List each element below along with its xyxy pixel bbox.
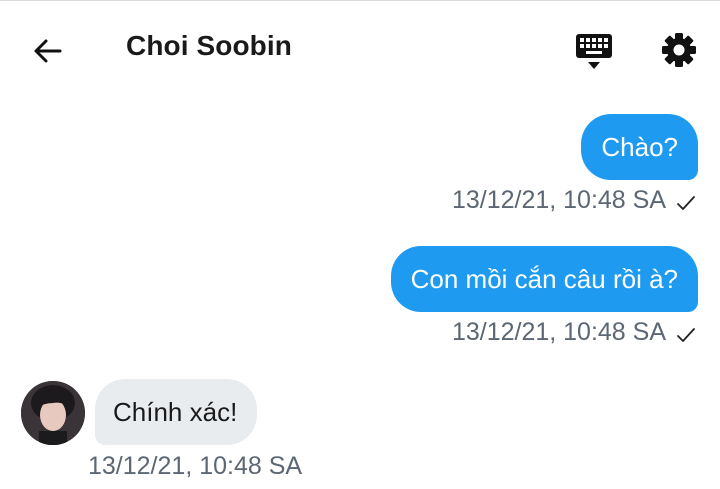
gear-icon bbox=[662, 33, 696, 67]
avatar-image bbox=[21, 381, 85, 445]
outgoing-message-bubble[interactable]: Con mồi cắn câu rồi à? bbox=[390, 246, 698, 312]
chat-header: Choi Soobin bbox=[0, 0, 720, 100]
outgoing-message-bubble[interactable]: Chào? bbox=[581, 114, 698, 180]
back-button[interactable] bbox=[30, 33, 66, 69]
arrow-left-icon bbox=[34, 39, 62, 63]
check-icon bbox=[677, 328, 695, 342]
page-title: Choi Soobin bbox=[126, 30, 292, 61]
message-timestamp: 13/12/21, 10:48 SA bbox=[451, 186, 666, 214]
keyboard-hide-icon bbox=[576, 34, 612, 69]
settings-button[interactable] bbox=[659, 30, 699, 70]
keyboard-toggle-button[interactable] bbox=[574, 32, 614, 72]
contact-avatar[interactable] bbox=[21, 381, 85, 445]
message-timestamp: 13/12/21, 10:48 SA bbox=[451, 318, 666, 346]
incoming-message-bubble[interactable]: Chính xác! bbox=[95, 379, 258, 445]
message-timestamp: 13/12/21, 10:48 SA bbox=[88, 452, 303, 480]
check-icon bbox=[677, 196, 695, 210]
